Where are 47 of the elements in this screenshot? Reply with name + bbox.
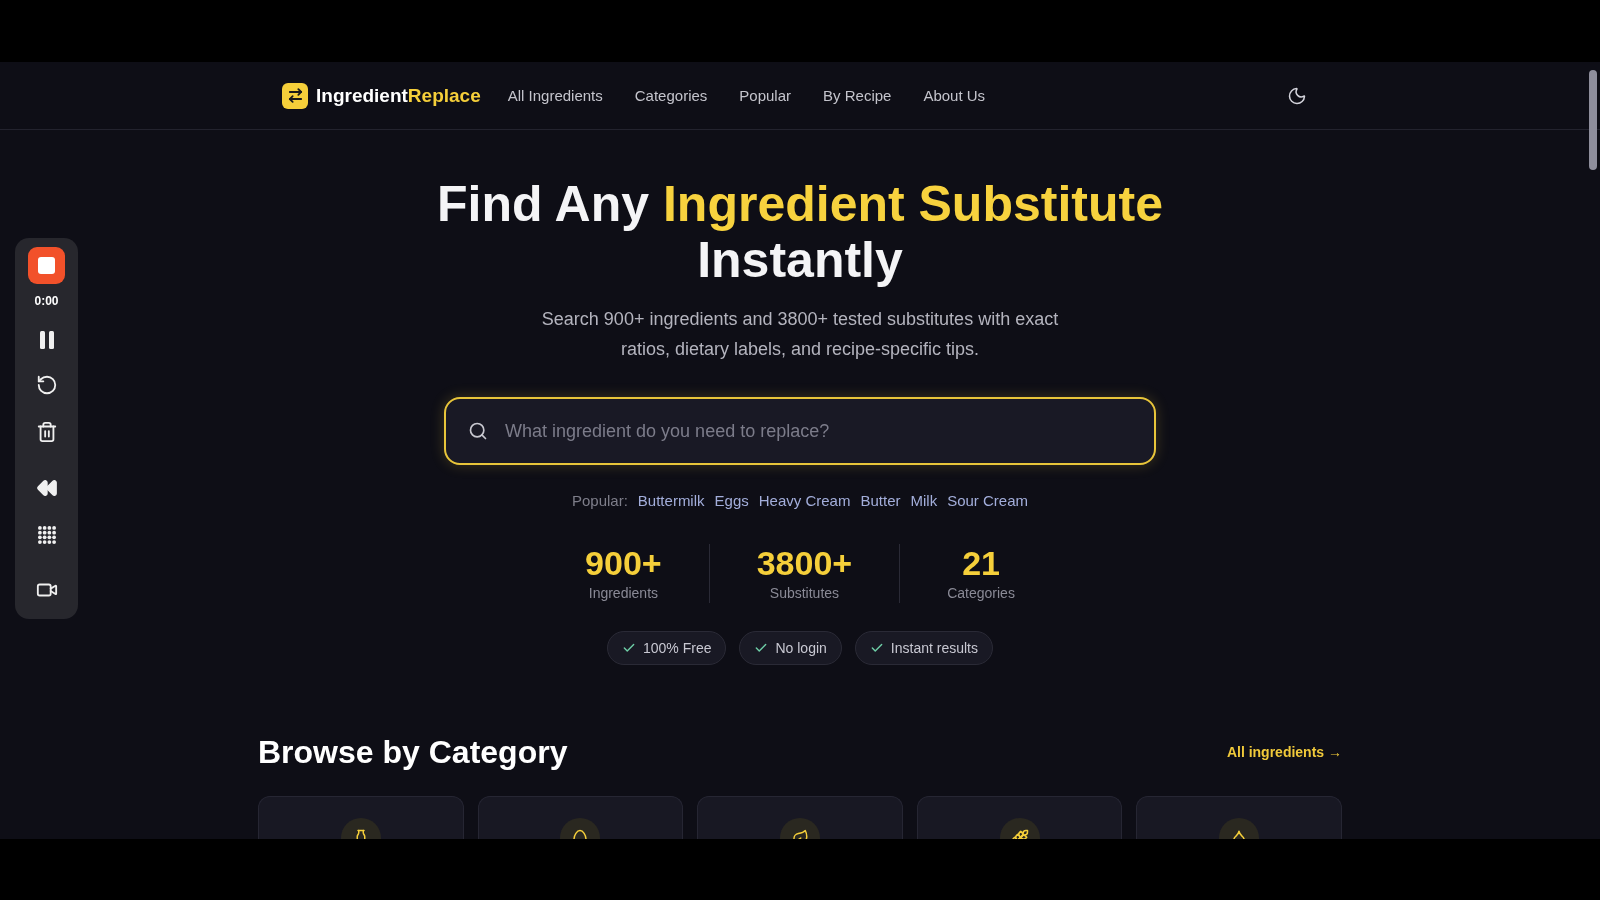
- rewind-icon[interactable]: [35, 477, 58, 499]
- stat-label: Categories: [947, 584, 1015, 603]
- stat-value: 21: [962, 544, 1000, 583]
- hero-title: Find Any Ingredient Substitute Instantly: [437, 176, 1163, 288]
- nav-link[interactable]: By Recipe: [823, 85, 892, 106]
- popular-ingredient-link[interactable]: Eggs: [714, 491, 749, 511]
- pause-icon[interactable]: [39, 331, 54, 349]
- stop-recording-button[interactable]: [28, 247, 65, 284]
- bottle-icon: [340, 818, 381, 839]
- nav-link[interactable]: Categories: [634, 85, 708, 106]
- leaf-icon: [780, 818, 820, 839]
- egg-icon: [560, 818, 601, 839]
- stat-label: Ingredients: [588, 584, 659, 603]
- all-ingredients-link[interactable]: All ingredients →: [1226, 742, 1342, 762]
- popular-label: Popular:: [572, 491, 628, 511]
- hero-subtitle: Search 900+ ingredients and 3800+ tested substitutes with exact ratios, dietary labels, and recipe-specific tips.: [540, 308, 1060, 361]
- grain-icon: [999, 818, 1040, 839]
- nav-link[interactable]: All Ingredients: [507, 85, 603, 106]
- restart-icon[interactable]: [35, 374, 58, 396]
- stop-icon: [38, 257, 55, 274]
- timer-text: 0:00: [34, 293, 59, 309]
- trash-icon[interactable]: [35, 421, 58, 443]
- moon-icon[interactable]: [1287, 85, 1307, 106]
- popular-ingredient-link[interactable]: Milk: [910, 491, 938, 511]
- popular-ingredient-link[interactable]: Heavy Cream: [758, 491, 851, 511]
- section-title: Browse by Category: [258, 734, 568, 770]
- feature-label: Instant results: [890, 639, 978, 658]
- stat-label: Substitutes: [769, 584, 840, 603]
- popular-ingredient-link[interactable]: Buttermilk: [637, 491, 705, 511]
- search-icon: [468, 421, 488, 441]
- grid-icon[interactable]: [37, 526, 56, 544]
- logo-icon[interactable]: [282, 82, 308, 109]
- check-icon: [622, 641, 636, 655]
- stat-value: 900+: [585, 544, 662, 583]
- popular-ingredient-link[interactable]: Sour Cream: [947, 491, 1028, 511]
- scrollbar-thumb[interactable]: [1589, 70, 1597, 170]
- stat-value: 3800+: [756, 544, 853, 583]
- nav-link[interactable]: Popular: [739, 85, 792, 106]
- check-icon: [754, 641, 769, 655]
- search-field[interactable]: What ingredient do you need to replace?: [444, 397, 1156, 465]
- feature-label: No login: [775, 639, 827, 658]
- nav-link[interactable]: About Us: [923, 85, 986, 106]
- check-icon: [869, 641, 884, 655]
- drop-icon: [1219, 818, 1260, 839]
- logo-text[interactable]: IngredientReplace: [316, 83, 481, 108]
- popular-ingredient-link[interactable]: Butter: [860, 491, 901, 511]
- feature-label: 100% Free: [643, 639, 712, 658]
